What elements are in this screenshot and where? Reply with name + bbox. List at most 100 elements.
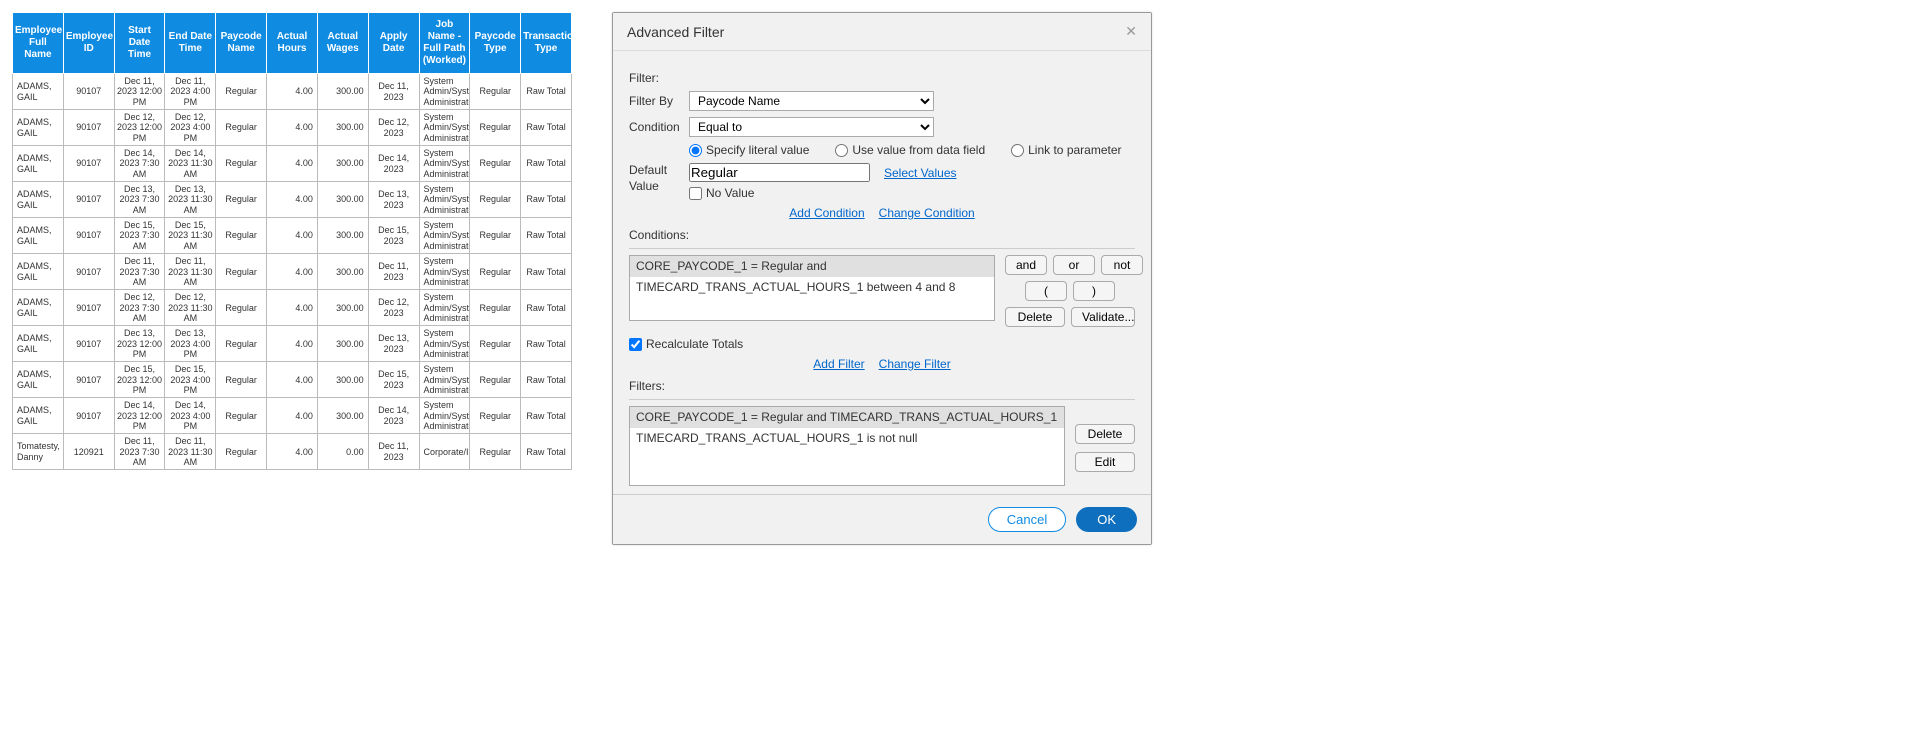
cell-apply: Dec 12, 2023 xyxy=(368,290,419,326)
column-header[interactable]: Employee ID xyxy=(63,13,114,74)
column-header[interactable]: Actual Wages xyxy=(317,13,368,74)
column-header[interactable]: Job Name - Full Path (Worked) xyxy=(419,13,470,74)
no-value-label: No Value xyxy=(706,186,754,200)
cell-name: ADAMS, GAIL xyxy=(13,110,64,146)
edit-filter-button[interactable]: Edit xyxy=(1075,452,1135,472)
cell-wages: 300.00 xyxy=(317,362,368,398)
cell-hours: 4.00 xyxy=(267,74,318,110)
cell-end: Dec 12, 2023 11:30 AM xyxy=(165,290,216,326)
cell-ttype: Raw Total xyxy=(521,74,572,110)
cell-name: ADAMS, GAIL xyxy=(13,254,64,290)
and-button[interactable]: and xyxy=(1005,255,1047,275)
cell-id: 90107 xyxy=(63,146,114,182)
change-condition-link[interactable]: Change Condition xyxy=(879,206,975,220)
column-header[interactable]: End Date Time xyxy=(165,13,216,74)
default-value-label-2: Value xyxy=(629,179,689,195)
cell-wages: 300.00 xyxy=(317,326,368,362)
cell-job: System Admin/System Administrator xyxy=(419,74,470,110)
cell-name: ADAMS, GAIL xyxy=(13,218,64,254)
cancel-button[interactable]: Cancel xyxy=(988,507,1066,532)
close-icon[interactable]: ✕ xyxy=(1125,23,1137,40)
cell-job: Corporate/IS xyxy=(419,434,470,470)
delete-filter-button[interactable]: Delete xyxy=(1075,424,1135,444)
table-row: ADAMS, GAIL90107Dec 14, 2023 7:30 AMDec … xyxy=(13,146,572,182)
recalculate-checkbox[interactable] xyxy=(629,338,642,351)
cell-ptype: Regular xyxy=(470,110,521,146)
filter-line[interactable]: CORE_PAYCODE_1 = Regular and TIMECARD_TR… xyxy=(630,407,1064,428)
cell-apply: Dec 15, 2023 xyxy=(368,362,419,398)
cell-id: 90107 xyxy=(63,290,114,326)
column-header[interactable]: Paycode Name xyxy=(216,13,267,74)
condition-line[interactable]: CORE_PAYCODE_1 = Regular and xyxy=(630,256,994,277)
ok-button[interactable]: OK xyxy=(1076,507,1137,532)
conditions-list[interactable]: CORE_PAYCODE_1 = Regular and TIMECARD_TR… xyxy=(629,255,995,321)
cell-name: ADAMS, GAIL xyxy=(13,362,64,398)
cell-apply: Dec 11, 2023 xyxy=(368,74,419,110)
cell-ttype: Raw Total xyxy=(521,110,572,146)
cell-name: ADAMS, GAIL xyxy=(13,146,64,182)
add-condition-link[interactable]: Add Condition xyxy=(789,206,864,220)
cell-apply: Dec 11, 2023 xyxy=(368,254,419,290)
change-filter-link[interactable]: Change Filter xyxy=(879,357,951,371)
cell-start: Dec 13, 2023 7:30 AM xyxy=(114,182,165,218)
cell-job: System Admin/System Administrator xyxy=(419,110,470,146)
radio-datafield[interactable]: Use value from data field xyxy=(835,143,985,157)
cell-start: Dec 15, 2023 12:00 PM xyxy=(114,362,165,398)
cell-apply: Dec 15, 2023 xyxy=(368,218,419,254)
filters-section-label: Filters: xyxy=(629,379,1135,393)
cell-id: 90107 xyxy=(63,182,114,218)
cell-paycode: Regular xyxy=(216,290,267,326)
filter-by-select[interactable]: Paycode Name xyxy=(689,91,934,111)
filter-line[interactable]: TIMECARD_TRANS_ACTUAL_HOURS_1 is not nul… xyxy=(630,428,1064,449)
cell-ptype: Regular xyxy=(470,218,521,254)
column-header[interactable]: Paycode Type xyxy=(470,13,521,74)
column-header[interactable]: Apply Date xyxy=(368,13,419,74)
cell-name: ADAMS, GAIL xyxy=(13,74,64,110)
cell-hours: 4.00 xyxy=(267,218,318,254)
cell-ptype: Regular xyxy=(470,254,521,290)
column-header[interactable]: Employee Full Name xyxy=(13,13,64,74)
cell-ttype: Raw Total xyxy=(521,398,572,434)
select-values-link[interactable]: Select Values xyxy=(884,166,957,180)
radio-link-param[interactable]: Link to parameter xyxy=(1011,143,1121,157)
radio-literal[interactable]: Specify literal value xyxy=(689,143,809,157)
table-row: ADAMS, GAIL90107Dec 11, 2023 12:00 PMDec… xyxy=(13,74,572,110)
cell-job: System Admin/System Administrator xyxy=(419,398,470,434)
cell-hours: 4.00 xyxy=(267,290,318,326)
cell-ttype: Raw Total xyxy=(521,146,572,182)
not-button[interactable]: not xyxy=(1101,255,1143,275)
cell-hours: 4.00 xyxy=(267,434,318,470)
dialog-title: Advanced Filter xyxy=(627,24,724,40)
delete-condition-button[interactable]: Delete xyxy=(1005,307,1065,327)
cell-name: ADAMS, GAIL xyxy=(13,326,64,362)
add-filter-link[interactable]: Add Filter xyxy=(813,357,864,371)
cell-hours: 4.00 xyxy=(267,182,318,218)
cell-ptype: Regular xyxy=(470,146,521,182)
cell-ttype: Raw Total xyxy=(521,434,572,470)
column-header[interactable]: Transaction Type xyxy=(521,13,572,74)
cell-wages: 300.00 xyxy=(317,74,368,110)
filters-list[interactable]: CORE_PAYCODE_1 = Regular and TIMECARD_TR… xyxy=(629,406,1065,486)
rparen-button[interactable]: ) xyxy=(1073,281,1115,301)
cell-wages: 300.00 xyxy=(317,398,368,434)
column-header[interactable]: Actual Hours xyxy=(267,13,318,74)
default-value-input[interactable] xyxy=(689,163,870,182)
advanced-filter-dialog: Advanced Filter ✕ Filter: Filter By Payc… xyxy=(612,12,1152,545)
no-value-checkbox[interactable] xyxy=(689,187,702,200)
cell-start: Dec 14, 2023 7:30 AM xyxy=(114,146,165,182)
condition-line[interactable]: TIMECARD_TRANS_ACTUAL_HOURS_1 between 4 … xyxy=(630,277,994,298)
condition-select[interactable]: Equal to xyxy=(689,117,934,137)
lparen-button[interactable]: ( xyxy=(1025,281,1067,301)
cell-end: Dec 15, 2023 11:30 AM xyxy=(165,218,216,254)
validate-button[interactable]: Validate... xyxy=(1071,307,1135,327)
cell-ttype: Raw Total xyxy=(521,290,572,326)
cell-id: 90107 xyxy=(63,218,114,254)
cell-apply: Dec 13, 2023 xyxy=(368,182,419,218)
column-header[interactable]: Start Date Time xyxy=(114,13,165,74)
cell-ttype: Raw Total xyxy=(521,182,572,218)
filter-section-label: Filter: xyxy=(629,71,1135,85)
cell-paycode: Regular xyxy=(216,110,267,146)
table-row: ADAMS, GAIL90107Dec 15, 2023 7:30 AMDec … xyxy=(13,218,572,254)
cell-job: System Admin/System Administrator xyxy=(419,254,470,290)
or-button[interactable]: or xyxy=(1053,255,1095,275)
